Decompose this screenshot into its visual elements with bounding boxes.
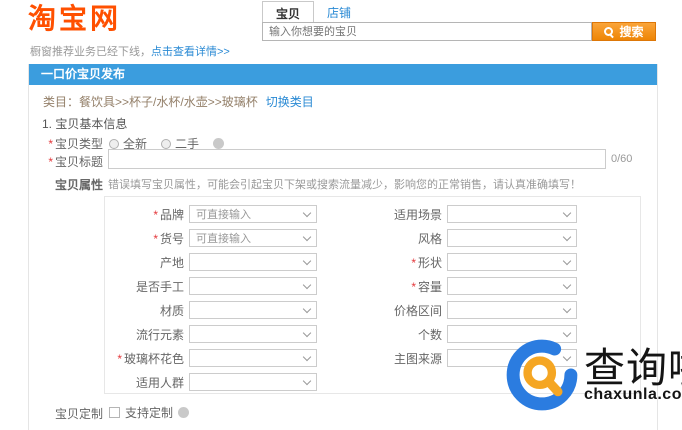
attr-label: * 货号 [153,231,184,246]
panel-title: 一口价宝贝发布 [29,64,657,85]
title-char-counter: 0/60 [611,153,633,165]
taobao-logo: 淘宝网 [28,3,122,34]
watermark-text: 查询啦 chaxunla.com [584,347,682,404]
tab-shop[interactable]: 店铺 [314,1,364,22]
chevron-down-icon [562,280,572,290]
attr-select-货号[interactable]: 可直接输入 [189,229,317,247]
select-value: 可直接输入 [196,233,251,245]
attr-row: 材质 价格区间 [105,298,640,322]
watermark-title: 查询啦 [584,344,682,391]
help-icon[interactable] [178,407,190,418]
search-button-label: 搜索 [619,25,644,39]
search-bar: 搜索 [262,22,656,41]
attr-row: 是否手工 * 容量 [105,274,640,298]
item-title-label: * 宝贝标题 [48,155,103,169]
attr-label: * 容量 [411,279,442,294]
attr-label: * 形状 [411,255,442,270]
search-icon [604,26,614,37]
attr-label: 材质 [159,303,184,318]
attr-label: 产地 [159,255,184,270]
required-asterisk: * [153,207,158,222]
attr-label: 风格 [417,231,442,246]
chevron-down-icon [302,280,312,290]
custom-label: 宝贝定制 [54,407,103,421]
attr-select-产地[interactable] [189,253,317,271]
category-line: 类目：餐饮具>>杯子/水杯/水壶>>玻璃杯 切换类目 [43,93,314,110]
attr-select-品牌[interactable]: 可直接输入 [189,205,317,223]
required-asterisk: * [411,279,416,294]
category-label: 类目： [43,95,80,109]
support-custom-label: 支持定制 [125,406,174,420]
radio-icon[interactable] [109,138,119,149]
help-icon[interactable] [213,138,225,149]
attr-row: 产地 * 形状 [105,250,640,274]
attr-label: 个数 [417,327,442,342]
chevron-down-icon [302,304,312,314]
chevron-down-icon [302,328,312,338]
attr-select-容量[interactable] [447,277,577,295]
attr-select-风格[interactable] [447,229,577,247]
attr-label: 价格区间 [393,303,442,318]
chevron-down-icon [302,352,312,362]
switch-category-link[interactable]: 切换类目 [266,95,314,109]
chevron-down-icon [562,208,572,218]
chevron-down-icon [562,328,572,338]
attrs-hint: 错误填写宝贝属性，可能会引起宝贝下架或搜索流量减少，影响您的正常销售，请认真准确… [108,179,581,191]
taobao-publish-page: 淘宝网 宝贝 店铺 搜索 橱窗推荐业务已经下线，点击查看详情>> 一口价宝贝发布… [0,0,682,430]
magnifier-logo-icon [506,339,578,411]
required-asterisk: * [411,255,416,270]
section-title: 1. 宝贝基本信息 [42,117,128,131]
attr-select-适用场景[interactable] [447,205,577,223]
select-value: 可直接输入 [196,209,251,221]
chevron-down-icon [562,232,572,242]
chevron-down-icon [562,304,572,314]
category-path: 餐饮具>>杯子/水杯/水壶>>玻璃杯 [79,95,258,109]
attr-select-形状[interactable] [447,253,577,271]
tab-item[interactable]: 宝贝 [262,1,315,22]
chevron-down-icon [302,232,312,242]
search-button[interactable]: 搜索 [592,22,656,41]
attr-label: * 玻璃杯花色 [117,351,184,366]
attr-row: * 品牌 可直接输入 适用场景 [105,202,640,226]
attr-label: 适用场景 [393,207,442,222]
attr-label: * 品牌 [153,207,184,222]
chevron-down-icon [302,256,312,266]
chevron-down-icon [302,376,312,386]
required-asterisk: * [153,231,158,246]
attr-label: 主图来源 [393,351,442,366]
chevron-down-icon [562,256,572,266]
chevron-down-icon [302,208,312,218]
required-asterisk: * [117,351,122,366]
attr-select-玻璃杯花色[interactable] [189,349,317,367]
attr-select-材质[interactable] [189,301,317,319]
item-title-input[interactable] [108,149,606,169]
attr-select-流行元素[interactable] [189,325,317,343]
item-type-label: * 宝贝类型 [48,137,103,151]
radio-icon[interactable] [161,138,172,149]
chaxunla-watermark: 查询啦 chaxunla.com [504,337,682,413]
watermark-domain: chaxunla.com [584,385,682,403]
attrs-label: 宝贝属性 [54,178,103,192]
required-asterisk: * [48,155,53,169]
required-asterisk: * [48,137,53,151]
search-input[interactable] [262,22,592,41]
attr-label: 是否手工 [135,279,184,294]
attr-select-价格区间[interactable] [447,301,577,319]
attr-row: * 货号 可直接输入 风格 [105,226,640,250]
showcase-notice: 橱窗推荐业务已经下线，点击查看详情>> [30,43,230,59]
attr-label: 适用人群 [135,375,184,390]
attr-select-是否手工[interactable] [189,277,317,295]
search-tabs: 宝贝 店铺 [262,1,364,22]
attr-select-适用人群[interactable] [189,373,317,391]
attr-label: 流行元素 [135,327,184,342]
notice-details-link[interactable]: 点击查看详情>> [151,46,230,58]
support-custom-checkbox[interactable] [109,407,120,418]
notice-text: 橱窗推荐业务已经下线， [30,46,151,58]
